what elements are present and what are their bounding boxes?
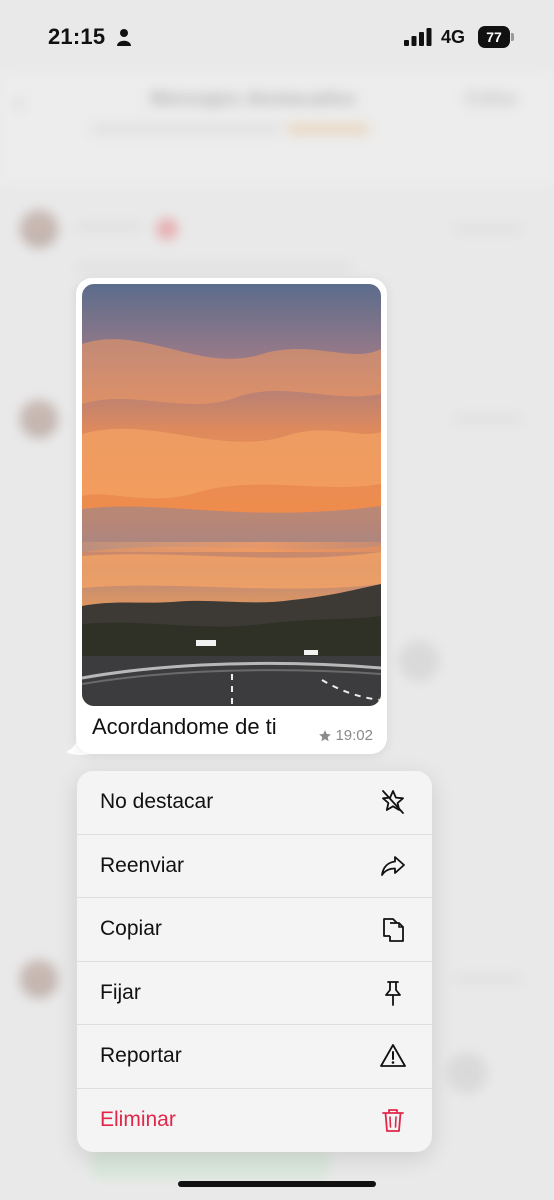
status-time: 21:15 — [48, 24, 106, 49]
home-indicator[interactable] — [178, 1181, 376, 1187]
menu-item-forward[interactable]: Reenviar — [77, 835, 432, 898]
menu-item-delete[interactable]: Eliminar — [77, 1089, 432, 1153]
network-label: 4G — [441, 27, 466, 47]
message-photo[interactable] — [82, 284, 381, 706]
context-menu: No destacar Reenviar Copiar Fijar Report… — [77, 771, 432, 1152]
status-bar: 21:15 4G 77 — [0, 0, 554, 74]
message-caption: Acordandome de ti — [92, 714, 277, 739]
pin-icon — [378, 978, 408, 1008]
menu-item-label: Fijar — [100, 980, 141, 1004]
menu-item-label: Reportar — [100, 1044, 182, 1068]
menu-item-label: Eliminar — [100, 1108, 176, 1132]
trash-icon — [378, 1105, 408, 1135]
star-icon — [319, 729, 332, 741]
battery-icon: 77 — [478, 26, 514, 48]
copy-icon — [378, 914, 408, 944]
menu-item-label: Copiar — [100, 917, 162, 941]
menu-item-copy[interactable]: Copiar — [77, 898, 432, 962]
forward-arrow-icon — [378, 851, 408, 881]
battery-tip — [511, 33, 514, 41]
sunset-photo-image — [82, 284, 381, 706]
menu-item-pin[interactable]: Fijar — [77, 962, 432, 1025]
signal-icon — [404, 28, 432, 46]
menu-item-unstar[interactable]: No destacar — [77, 771, 432, 835]
star-slash-icon — [378, 787, 408, 817]
warning-icon — [378, 1041, 408, 1071]
battery-level: 77 — [478, 26, 510, 48]
menu-item-report[interactable]: Reportar — [77, 1025, 432, 1089]
menu-item-label: Reenviar — [100, 853, 185, 877]
message-meta: 19:02 — [318, 727, 373, 744]
person-icon — [117, 29, 131, 46]
menu-item-label: No destacar — [100, 790, 214, 814]
message-time: 19:02 — [335, 727, 373, 744]
message-bubble[interactable]: Acordandome de ti 19:02 — [76, 278, 387, 754]
